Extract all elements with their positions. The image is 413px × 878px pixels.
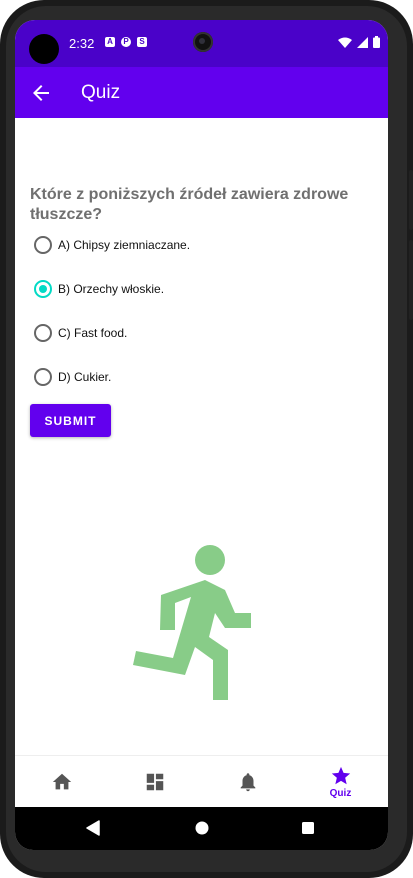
system-status-icons [338, 36, 380, 48]
notification-p-icon: P [121, 37, 131, 47]
radio-b[interactable] [34, 280, 52, 298]
option-a[interactable]: A) Chipsy ziemniaczane. [34, 233, 190, 257]
option-d[interactable]: D) Cukier. [34, 365, 111, 389]
page-title: Quiz [81, 82, 121, 103]
back-triangle-icon[interactable] [86, 820, 100, 836]
back-button[interactable] [29, 81, 53, 105]
option-c[interactable]: C) Fast food. [34, 321, 127, 345]
radio-d[interactable] [34, 368, 52, 386]
screen: 2:32 A P S Quiz Które z poniższych źróde… [15, 20, 388, 850]
wifi-icon [338, 37, 352, 48]
bell-icon [240, 773, 256, 792]
power-button [409, 240, 413, 320]
nav-dashboard[interactable] [108, 756, 201, 808]
volume-button [409, 170, 413, 230]
notification-a-icon: A [105, 37, 115, 47]
quiz-question: Które z poniższych źródeł zawiera zdrowe… [30, 186, 349, 223]
nav-home[interactable] [15, 756, 108, 808]
camera-cutout [29, 34, 59, 64]
status-bar: 2:32 A P S [15, 20, 388, 67]
running-person-icon [133, 545, 251, 700]
option-a-label: A) Chipsy ziemniaczane. [58, 238, 191, 252]
nav-quiz-label: Quiz [329, 788, 352, 799]
nav-quiz[interactable]: Quiz [294, 756, 387, 808]
battery-icon [373, 36, 380, 48]
notification-icons: A P S [105, 37, 147, 47]
home-circle-icon[interactable] [195, 820, 209, 836]
bottom-navigation: Quiz [15, 755, 388, 808]
radio-a[interactable] [34, 236, 52, 254]
recents-square-icon[interactable] [301, 820, 315, 836]
option-b-label: B) Orzechy włoskie. [58, 282, 165, 296]
submit-button[interactable]: SUBMIT [30, 404, 111, 437]
status-time: 2:32 [69, 36, 95, 51]
option-c-label: C) Fast food. [58, 326, 128, 340]
star-icon [331, 766, 351, 785]
system-navigation-bar [15, 807, 388, 850]
sd-card-icon: S [137, 37, 147, 47]
option-b[interactable]: B) Orzechy włoskie. [34, 277, 164, 301]
app-bar: Quiz [15, 67, 388, 118]
option-d-label: D) Cukier. [58, 370, 112, 384]
home-icon [52, 773, 72, 790]
radio-c[interactable] [34, 324, 52, 342]
dashboard-icon [146, 773, 164, 791]
phone-frame: 2:32 A P S Quiz Które z poniższych źróde… [0, 0, 413, 878]
front-camera-icon [193, 32, 213, 52]
arrow-left-icon [33, 85, 49, 101]
nav-notifications[interactable] [201, 756, 294, 808]
signal-icon [357, 36, 368, 48]
